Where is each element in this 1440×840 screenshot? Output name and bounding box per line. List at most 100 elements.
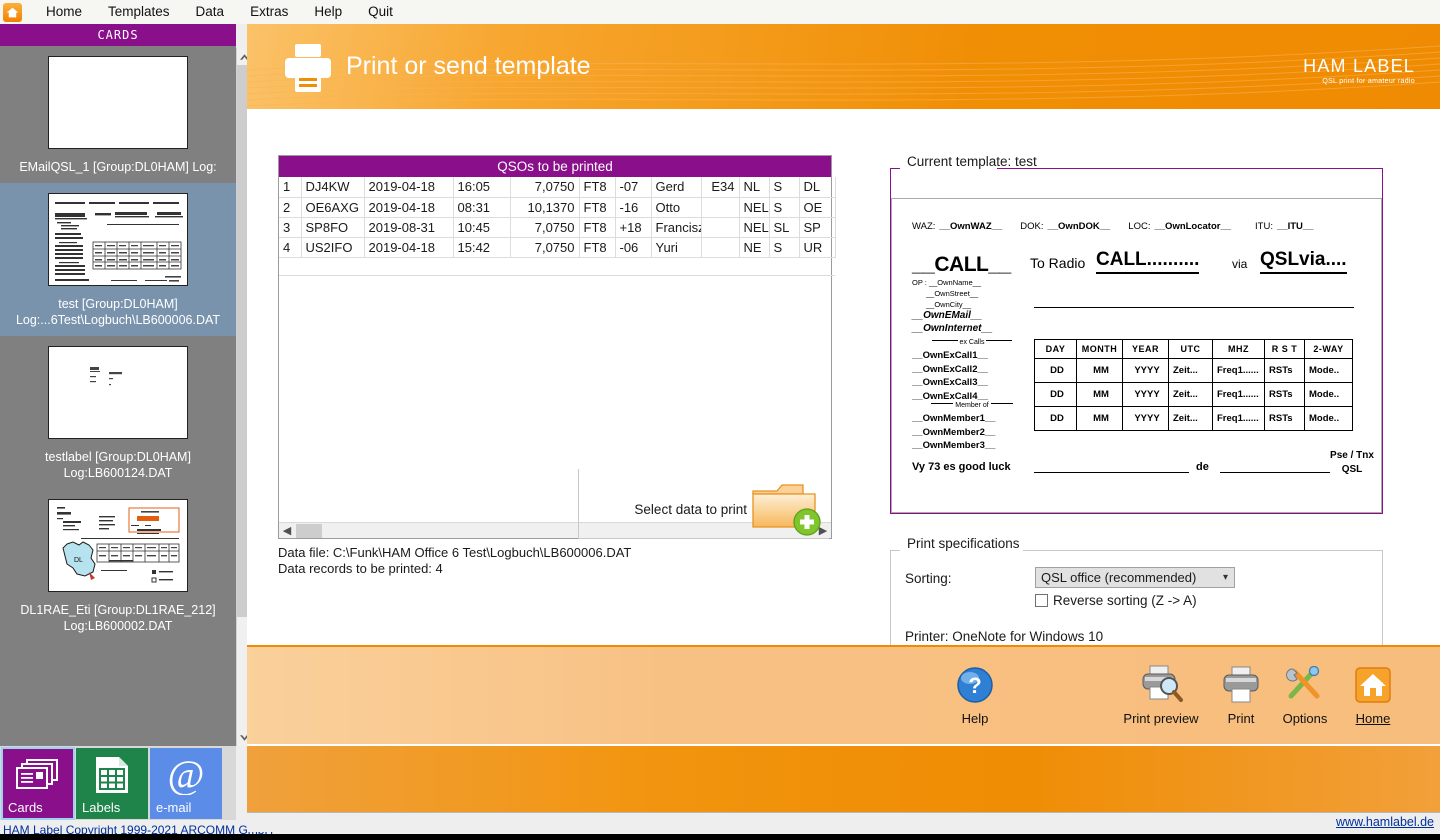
table-row[interactable]: 3 SP8FO 2019-08-31 10:45 7,0750 FT8 +18 Francis…	[279, 217, 836, 238]
website-link[interactable]: www.hamlabel.de	[1336, 815, 1434, 829]
table-cell-call: DJ4KW	[301, 177, 365, 198]
table-cell-name: Gerd	[651, 177, 702, 198]
own-email: __OwnEMail__	[912, 310, 983, 321]
checkbox-box[interactable]	[1035, 594, 1048, 607]
home-icon	[1328, 663, 1418, 707]
to-call-field: CALL..........	[1096, 249, 1200, 274]
to-radio-label: To Radio	[1030, 255, 1086, 271]
toolbar-button-home[interactable]: Home	[1328, 663, 1418, 726]
footer-band-dark	[247, 746, 1440, 812]
menu-item-home[interactable]: Home	[33, 0, 95, 24]
home-icon	[6, 7, 19, 17]
current-template-legend: Current template: test	[902, 154, 1042, 169]
card-thumbnail: DL	[48, 499, 188, 592]
mode-button-cards[interactable]: Cards	[1, 747, 75, 820]
qsl-table-header: YEAR	[1122, 339, 1169, 359]
list-item-test[interactable]: test [Group:DL0HAM] Log:...6Test\Logbuch…	[0, 183, 236, 336]
qsl-table-row: DD MM YYYY Zeit... Freq1...... RSTs Mode..	[1034, 382, 1353, 407]
menu-item-quit[interactable]: Quit	[355, 0, 406, 24]
table-row-empty	[279, 257, 835, 276]
table-cell-idx: 1	[279, 177, 302, 198]
list-item-label: DL1RAE_Eti [Group:DL1RAE_212] Log:LB6000…	[6, 602, 230, 634]
folder-add-icon	[751, 481, 823, 540]
qsl-table-cell: DD	[1034, 406, 1077, 431]
menu-item-templates[interactable]: Templates	[95, 0, 183, 24]
qsl-table-header: MONTH	[1076, 339, 1123, 359]
table-cell-dxcc: UR	[799, 237, 836, 258]
sorting-select[interactable]: QSL office (recommended) ▾	[1035, 567, 1235, 588]
svg-text:DL: DL	[74, 557, 83, 564]
qsl-table-cell: RSTs	[1264, 382, 1305, 407]
table-cell-y: NL	[739, 177, 770, 198]
list-item-emailqsl1[interactable]: EMailQSL_1 [Group:DL0HAM] Log:	[0, 46, 236, 183]
table-cell-idx: 4	[279, 237, 302, 258]
list-item-label-line1: testlabel [Group:DL0HAM]	[45, 450, 191, 464]
waz-label: WAZ:	[912, 221, 936, 232]
qsl-table-header: R S T	[1264, 339, 1305, 359]
print-specs-legend: Print specifications	[902, 536, 1025, 551]
list-item-dl1rae-eti[interactable]: DL DL1RAE_Eti [Group:DL1RAE_212] Log:LB6…	[0, 489, 236, 642]
qsl-log-table: DAY MONTH YEAR UTC MHZ R S T 2-WAY DD MM YYYY Zei…	[1034, 339, 1353, 431]
scrollbar-thumb[interactable]	[296, 524, 322, 538]
table-row[interactable]: 1 DJ4KW 2019-04-18 16:05 7,0750 FT8 -07 Gerd E34…	[279, 177, 836, 198]
menu-item-help[interactable]: Help	[301, 0, 355, 24]
qsl-table-cell: MM	[1076, 406, 1123, 431]
mode-button-email[interactable]: @ e-mail	[150, 748, 222, 819]
qsl-table-cell: MM	[1076, 382, 1123, 407]
table-cell-s: S	[769, 197, 800, 218]
list-item-label-line2: Log:LB600124.DAT	[63, 466, 173, 480]
sorting-label: Sorting:	[905, 571, 952, 586]
list-item-label: testlabel [Group:DL0HAM] Log:LB600124.DA…	[6, 449, 230, 481]
member-1: __OwnMember1__	[912, 413, 996, 424]
menu-item-extras[interactable]: Extras	[237, 0, 301, 24]
brand-name: HAM LABEL	[1303, 56, 1415, 76]
app-home-icon[interactable]	[3, 2, 22, 22]
mode-button-labels[interactable]: Labels	[76, 748, 148, 819]
current-template-frame: WAZ: __OwnWAZ__ DOK: __OwnDOK__ LOC: __O…	[890, 168, 1383, 514]
reverse-sorting-checkbox[interactable]: Reverse sorting (Z -> A)	[1035, 593, 1197, 608]
table-cell-x	[701, 197, 740, 218]
own-internet: __OwnInternet__	[912, 323, 993, 334]
data-file-line: Data file: C:\Funk\HAM Office 6 Test\Log…	[278, 545, 632, 560]
toolbar-button-help[interactable]: ? Help	[930, 663, 1020, 726]
toolbar-label: Home	[1355, 711, 1391, 726]
qsl-table-cell: Zeit...	[1168, 382, 1213, 407]
list-item-label-line2: Log:LB600002.DAT	[63, 619, 173, 633]
menu-item-data[interactable]: Data	[183, 0, 238, 24]
dok-value: __OwnDOK__	[1047, 221, 1111, 232]
toolbar-button-print-preview[interactable]: Print preview	[1116, 663, 1206, 726]
table-cell-empty	[279, 257, 835, 276]
table-cell-date: 2019-04-18	[364, 237, 454, 258]
chevron-left-icon[interactable]: ◀	[279, 524, 295, 537]
signature-line-1	[1034, 472, 1189, 473]
qsl-table-header: MHZ	[1212, 339, 1265, 359]
qsl-table-header: 2-WAY	[1304, 339, 1353, 359]
member-heading: Member of	[912, 402, 1032, 409]
table-row[interactable]: 4 US2IFO 2019-04-18 15:42 7,0750 FT8 -06 Yuri NE…	[279, 237, 836, 258]
table-cell-date: 2019-04-18	[364, 197, 454, 218]
select-data-button[interactable]: Select data to print	[578, 469, 829, 539]
qsl-table-cell: RSTs	[1264, 406, 1305, 431]
table-cell-name: Otto	[651, 197, 702, 218]
ex-call-2: __OwnExCall2__	[912, 363, 989, 375]
qsl-table-cell: MM	[1076, 358, 1123, 383]
mode-button-label: e-mail	[156, 800, 192, 815]
table-row[interactable]: 2 OE6AXG 2019-04-18 08:31 10,1370 FT8 -16 Otto N…	[279, 197, 836, 218]
ex-call-1: __OwnExCall1__	[912, 350, 989, 361]
table-cell-idx: 2	[279, 197, 302, 218]
via-label: via	[1232, 257, 1248, 271]
list-item-testlabel[interactable]: testlabel [Group:DL0HAM] Log:LB600124.DA…	[0, 336, 236, 489]
qsl-table-cell: Zeit...	[1168, 358, 1213, 383]
table-cell-name: Yuri	[651, 237, 702, 258]
cards-sidebar: CARDS EMailQSL_1 [Group:DL0HAM] Log: tes…	[0, 24, 236, 746]
dl-map-card-preview-icon: DL	[49, 500, 187, 591]
table-cell-dxcc: SP	[799, 217, 836, 238]
itu-value: __ITU__	[1277, 221, 1314, 232]
qsl-meta-row: WAZ: __OwnWAZ__ DOK: __OwnDOK__ LOC: __O…	[912, 221, 1372, 232]
qsl-table-cell: Zeit...	[1168, 406, 1213, 431]
ex-call-3: __OwnExCall3__	[912, 377, 989, 388]
table-cell-s: SL	[769, 217, 800, 238]
vy73-text: Vy 73 es good luck	[912, 461, 1011, 473]
table-cell-rst: +18	[615, 217, 652, 238]
table-cell-rst: -07	[615, 177, 652, 198]
